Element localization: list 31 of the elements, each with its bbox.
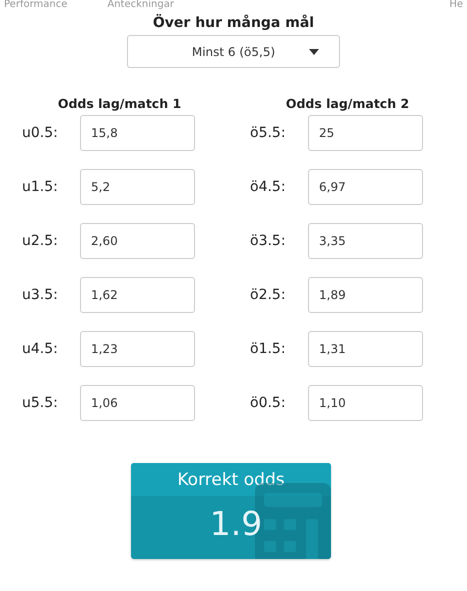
odds-label: u0.5: xyxy=(22,125,59,141)
odds-input[interactable]: 1,31 xyxy=(308,331,423,367)
odds-label: ö0.5: xyxy=(250,395,287,411)
odds-input[interactable]: 6,97 xyxy=(308,169,423,205)
odds-input[interactable]: 3,35 xyxy=(308,223,423,259)
odds-input[interactable]: 1,89 xyxy=(308,277,423,313)
odds-input[interactable]: 1,23 xyxy=(80,331,195,367)
odds-label: u1.5: xyxy=(22,179,59,195)
odds-input[interactable]: 1,62 xyxy=(80,277,195,313)
odds-label: u3.5: xyxy=(22,287,59,303)
goals-dropdown[interactable]: Minst 6 (ö5,5) xyxy=(127,35,340,68)
odds-input[interactable]: 1,06 xyxy=(80,385,195,421)
odds-input[interactable]: 2,60 xyxy=(80,223,195,259)
odds-label: u4.5: xyxy=(22,341,59,357)
field-label: Över hur många mål xyxy=(152,15,314,31)
caret-icon xyxy=(309,49,319,55)
odds-label: ö2.5: xyxy=(250,287,287,303)
odds-label: u5.5: xyxy=(22,395,59,411)
odds-input[interactable]: 1,10 xyxy=(308,385,423,421)
odds-label: ö1.5: xyxy=(250,341,287,357)
odds-input[interactable]: 25 xyxy=(308,115,423,151)
odds-input[interactable]: 15,8 xyxy=(80,115,195,151)
column-heading: Odds lag/match 1 xyxy=(56,96,182,111)
odds-label: ö3.5: xyxy=(250,233,287,249)
column-heading: Odds lag/match 2 xyxy=(284,96,410,111)
result-value: 1.9 xyxy=(210,504,262,543)
odds-label: u2.5: xyxy=(22,233,59,249)
odds-label: ö5.5: xyxy=(250,125,287,141)
odds-label: ö4.5: xyxy=(250,179,287,195)
result-title: Korrekt odds xyxy=(177,470,285,490)
odds-input[interactable]: 5,2 xyxy=(80,169,195,205)
